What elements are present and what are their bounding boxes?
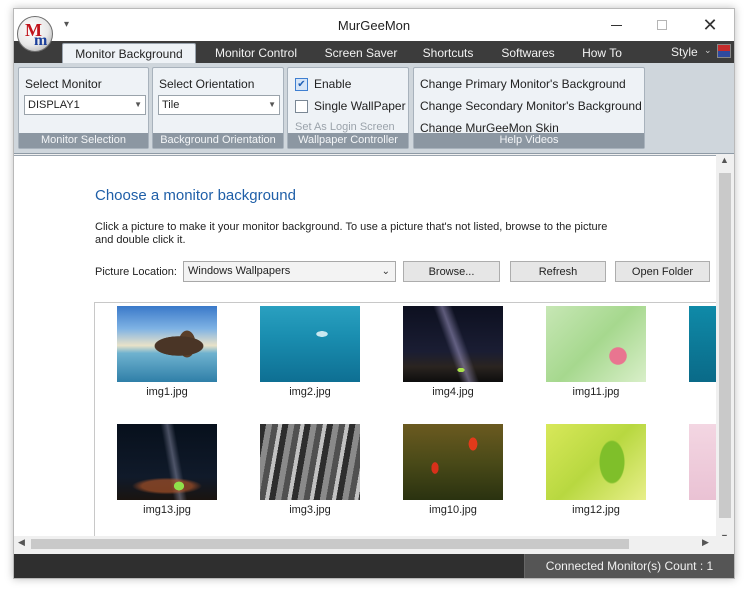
horizontal-scroll-thumb[interactable]	[31, 539, 629, 549]
title-bar: ▾ MurGeeMon ✕	[14, 9, 734, 41]
thumbnail-img13[interactable]: img13.jpg	[117, 424, 217, 516]
enable-checkbox[interactable]: ✔ Enable	[295, 77, 351, 91]
thumbnail-img2[interactable]: img2.jpg	[260, 306, 360, 398]
thumbnail-img10[interactable]: img10.jpg	[403, 424, 503, 516]
tab-how-to[interactable]: How To	[572, 43, 632, 63]
minimize-icon	[610, 24, 622, 26]
monitor-select-value: DISPLAY1	[28, 99, 80, 111]
wallpaper-pink-flower-image	[546, 306, 646, 382]
group-label-wallpaper-controller: Wallpaper Controller	[288, 133, 408, 148]
app-logo[interactable]: M m	[17, 16, 53, 52]
thumbnail-caption: img10.jpg	[429, 504, 477, 516]
thumbnail-img12[interactable]: img12.jpg	[546, 424, 646, 516]
wallpaper-green-leaf-image	[546, 424, 646, 500]
refresh-button[interactable]: Refresh	[510, 261, 606, 282]
help-link-primary-background[interactable]: Change Primary Monitor's Background	[420, 77, 626, 91]
orientation-select-value: Tile	[162, 99, 180, 111]
main-content: Choose a monitor background Click a pict…	[14, 155, 734, 543]
picture-location-select[interactable]: Windows Wallpapers ⌄	[183, 261, 396, 282]
vertical-scrollbar[interactable]: ▲ ▼	[716, 155, 734, 542]
maximize-icon	[657, 20, 667, 30]
dropdown-arrow-icon: ▼	[134, 100, 142, 109]
flag-icon[interactable]	[717, 44, 731, 58]
wallpaper-night-sky-tent-image	[117, 424, 217, 500]
maximize-button[interactable]	[639, 9, 685, 41]
wallpaper-rock-texture-image	[260, 424, 360, 500]
scroll-left-icon[interactable]: ◀	[18, 537, 25, 548]
scroll-right-icon[interactable]: ▶	[702, 537, 709, 548]
wallpaper-beach-rocks-image	[117, 306, 217, 382]
set-as-login-screen-button[interactable]: Set As Login Screen	[295, 121, 395, 133]
wallpaper-gallery: img1.jpg img2.jpg img4.jpg img11.jpg img…	[94, 302, 716, 543]
open-folder-button[interactable]: Open Folder	[615, 261, 710, 282]
group-help-videos: Change Primary Monitor's Background Chan…	[413, 67, 645, 149]
group-monitor-selection: Select Monitor DISPLAY1 ▼ Monitor Select…	[18, 67, 149, 149]
status-bar: Connected Monitor(s) Count : 1	[14, 554, 734, 578]
group-background-orientation: Select Orientation Tile ▼ Background Ori…	[152, 67, 284, 149]
style-menu[interactable]: Style	[671, 45, 698, 59]
checkmark-icon: ✔	[295, 77, 308, 91]
single-wallpaper-label: Single WallPaper	[314, 99, 406, 113]
connected-monitor-count: Connected Monitor(s) Count : 1	[525, 554, 734, 578]
tab-monitor-background[interactable]: Monitor Background	[62, 43, 196, 63]
select-monitor-label: Select Monitor	[25, 77, 102, 91]
single-wallpaper-checkbox[interactable]: Single WallPaper	[295, 99, 406, 113]
thumbnail-partial-2[interactable]	[689, 424, 716, 504]
dropdown-arrow-icon: ▼	[268, 100, 276, 109]
logo-letter-m-small: m	[34, 32, 48, 49]
tab-screen-saver[interactable]: Screen Saver	[320, 43, 402, 63]
thumbnail-caption: img1.jpg	[146, 386, 188, 398]
wallpaper-underwater-image	[260, 306, 360, 382]
thumbnail-img1[interactable]: img1.jpg	[117, 306, 217, 398]
checkbox-empty-icon	[295, 99, 308, 113]
thumbnail-partial-1[interactable]	[689, 306, 716, 386]
thumbnail-caption: img13.jpg	[143, 504, 191, 516]
help-link-secondary-background[interactable]: Change Secondary Monitor's Background	[420, 99, 642, 113]
instructions-text: Click a picture to make it your monitor …	[95, 221, 608, 246]
wallpaper-pink-image	[689, 424, 716, 500]
wallpaper-red-tulips-image	[403, 424, 503, 500]
chevron-down-icon[interactable]: ⌄	[704, 45, 712, 56]
group-label-monitor-selection: Monitor Selection	[19, 133, 148, 148]
thumbnail-img3[interactable]: img3.jpg	[260, 424, 360, 516]
ribbon-tab-bar: Monitor Background Monitor Control Scree…	[14, 41, 734, 63]
browse-button[interactable]: Browse...	[403, 261, 500, 282]
page-title: Choose a monitor background	[95, 187, 296, 204]
picture-location-value: Windows Wallpapers	[188, 265, 291, 277]
enable-label: Enable	[314, 77, 352, 91]
thumbnail-caption: img12.jpg	[572, 504, 620, 516]
thumbnail-caption: img3.jpg	[289, 504, 331, 516]
orientation-select[interactable]: Tile ▼	[158, 95, 280, 115]
vertical-scroll-thumb[interactable]	[719, 173, 731, 518]
thumbnail-caption: img2.jpg	[289, 386, 331, 398]
minimize-button[interactable]	[593, 9, 639, 41]
thumbnail-caption: img4.jpg	[432, 386, 474, 398]
group-wallpaper-controller: ✔ Enable Single WallPaper Set As Login S…	[287, 67, 409, 149]
thumbnail-caption: img11.jpg	[572, 386, 620, 398]
picture-location-label: Picture Location:	[95, 266, 177, 278]
app-window: ▾ MurGeeMon ✕ M m Monitor Background Mon…	[13, 8, 735, 579]
scroll-up-icon[interactable]: ▲	[720, 155, 729, 165]
wallpaper-milky-way-tent-image	[403, 306, 503, 382]
group-label-orientation: Background Orientation	[153, 133, 283, 148]
chevron-down-icon: ⌄	[381, 266, 390, 277]
close-button[interactable]: ✕	[687, 9, 733, 41]
horizontal-scrollbar[interactable]: ◀ ▶	[14, 536, 716, 552]
wallpaper-teal-image	[689, 306, 716, 382]
tab-shortcuts[interactable]: Shortcuts	[412, 43, 484, 63]
select-orientation-label: Select Orientation	[159, 77, 255, 91]
tab-monitor-control[interactable]: Monitor Control	[202, 43, 310, 63]
scrollbar-corner	[716, 536, 734, 552]
thumbnail-img11[interactable]: img11.jpg	[546, 306, 646, 398]
ribbon: Select Monitor DISPLAY1 ▼ Monitor Select…	[14, 63, 734, 154]
close-icon: ✕	[702, 14, 718, 35]
group-label-help-videos: Help Videos	[414, 133, 644, 148]
tab-softwares[interactable]: Softwares	[494, 43, 562, 63]
monitor-select[interactable]: DISPLAY1 ▼	[24, 95, 146, 115]
thumbnail-img4[interactable]: img4.jpg	[403, 306, 503, 398]
